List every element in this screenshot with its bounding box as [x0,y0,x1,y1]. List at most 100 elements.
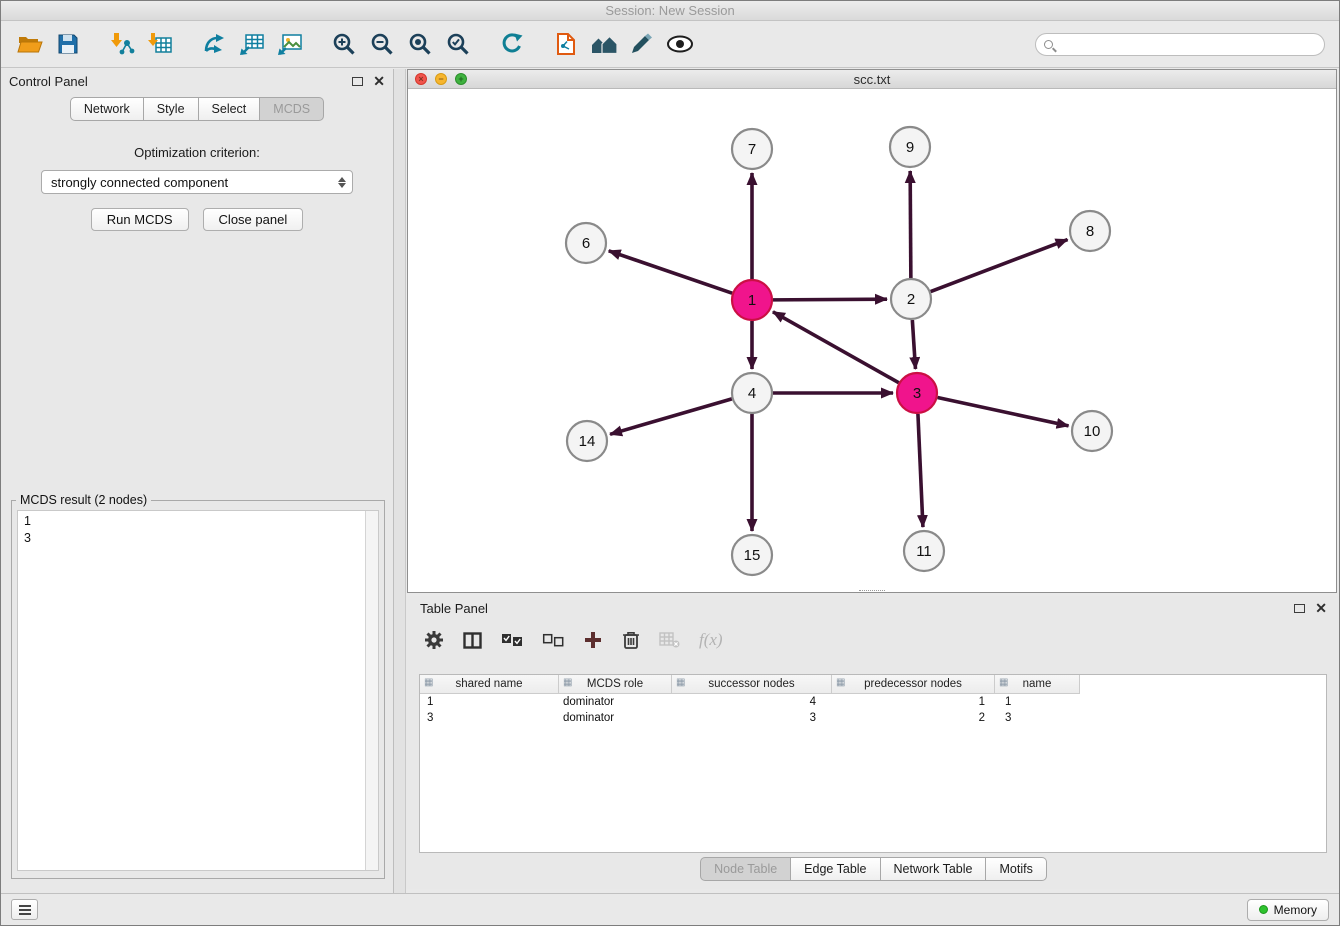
tab-network-table[interactable]: Network Table [881,857,987,881]
graph-edge-2-9[interactable] [910,171,911,278]
table-row[interactable]: 1dominator411 [420,694,1326,710]
optimization-criterion-label: Optimization criterion: [1,145,393,160]
graph-edge-3-1[interactable] [773,312,899,383]
table-cell: dominator [559,710,672,726]
graph-edge-2-3[interactable] [912,320,915,369]
tab-select[interactable]: Select [199,97,261,121]
table-header-row: shared name MCDS role successor nodes prede… [420,675,1326,694]
delete-table-button[interactable] [659,632,680,648]
column-header-name[interactable]: name [995,675,1080,694]
image-export-icon [277,32,303,56]
graph-node-label: 10 [1084,423,1101,440]
add-column-button[interactable] [583,630,603,650]
import-network-button[interactable] [103,25,141,63]
memory-button[interactable]: Memory [1247,899,1329,921]
mcds-result-group: MCDS result (2 nodes) 13 [11,493,385,879]
columns-icon [463,632,482,649]
graph-edge-1-6[interactable] [609,251,732,293]
mcds-result-box: 13 [17,510,379,871]
apply-layout-button[interactable] [493,25,531,63]
column-header-label: predecessor nodes [864,678,962,690]
float-panel-icon[interactable] [352,77,363,86]
delete-column-button[interactable] [622,630,640,650]
table-cell: 3 [672,710,832,726]
delete-table-icon [659,632,680,648]
clone-network-button[interactable] [547,25,585,63]
tab-network[interactable]: Network [70,97,144,121]
function-builder-button[interactable]: f(x) [699,630,723,650]
new-network-button[interactable] [195,25,233,63]
show-columns-button[interactable] [463,632,482,649]
zoom-fit-button[interactable] [401,25,439,63]
column-header-shared-name[interactable]: shared name [420,675,559,694]
column-header-label: shared name [455,678,522,690]
column-header-MCDS-role[interactable]: MCDS role [559,675,672,694]
control-panel-title: Control Panel [9,74,352,89]
column-type-icon [836,678,845,688]
column-header-label: MCDS role [587,678,643,690]
import-table-button[interactable] [141,25,179,63]
tab-motifs[interactable]: Motifs [986,857,1046,881]
close-table-panel-icon[interactable]: ✕ [1315,601,1327,615]
zoom-selected-button[interactable] [439,25,477,63]
deselect-all-icon [542,633,564,647]
plus-icon [583,630,603,650]
network-table-button[interactable] [233,25,271,63]
tab-edge-table[interactable]: Edge Table [791,857,880,881]
table-cell: 1 [995,694,1080,710]
graph-node-label: 7 [748,141,756,158]
table-row[interactable]: 3dominator323 [420,710,1326,726]
search-field[interactable] [1035,33,1325,56]
tab-mcds[interactable]: MCDS [260,97,324,121]
graph-edge-4-14[interactable] [610,399,732,434]
tab-style[interactable]: Style [144,97,199,121]
zoom-out-button[interactable] [363,25,401,63]
run-mcds-button[interactable]: Run MCDS [91,208,189,231]
deselect-all-button[interactable] [542,633,564,647]
panel-splitter[interactable] [394,69,406,893]
document-network-icon [554,32,578,56]
column-header-label: name [1023,678,1052,690]
column-header-successor-nodes[interactable]: successor nodes [672,675,832,694]
gear-icon [424,630,444,650]
close-panel-icon[interactable]: ✕ [373,74,385,88]
column-type-icon [999,678,1008,688]
float-table-panel-icon[interactable] [1294,604,1305,613]
result-scrollbar[interactable] [365,511,378,870]
table-cell: dominator [559,694,672,710]
graph-edge-2-8[interactable] [931,240,1068,292]
graph-node-label: 9 [906,139,914,156]
save-session-button[interactable] [49,25,87,63]
trash-icon [622,630,640,650]
show-hide-button[interactable] [661,25,699,63]
mcds-result-list: 13 [18,511,378,547]
optimization-criterion-select[interactable]: strongly connected component [41,170,353,194]
minimize-window-icon[interactable] [435,73,447,85]
select-all-button[interactable] [501,633,523,647]
highlight-filter-button[interactable] [623,25,661,63]
tab-node-table[interactable]: Node Table [700,857,791,881]
window-resize-handle[interactable] [859,590,885,593]
graph-edge-1-2[interactable] [773,299,887,300]
export-image-button[interactable] [271,25,309,63]
graph-node-label: 14 [579,433,596,450]
search-input[interactable] [1053,34,1324,55]
open-session-button[interactable] [11,25,49,63]
network-canvas[interactable]: 7968124314101511 [408,89,1336,592]
table-panel-header: Table Panel ✕ [406,596,1340,620]
graph-node-label: 6 [582,235,590,252]
close-window-icon[interactable] [415,73,427,85]
table-settings-button[interactable] [424,630,444,650]
home-icon [590,33,618,55]
maximize-window-icon[interactable] [455,73,467,85]
column-header-predecessor-nodes[interactable]: predecessor nodes [832,675,995,694]
close-panel-button[interactable]: Close panel [203,208,304,231]
graph-edge-3-10[interactable] [938,397,1069,425]
task-history-button[interactable] [11,899,38,920]
column-type-icon [676,678,685,688]
zoom-in-button[interactable] [325,25,363,63]
graph-edge-3-11[interactable] [918,414,923,527]
home-button[interactable] [585,25,623,63]
search-icon [1044,40,1053,49]
graph-node-label: 15 [744,547,761,564]
